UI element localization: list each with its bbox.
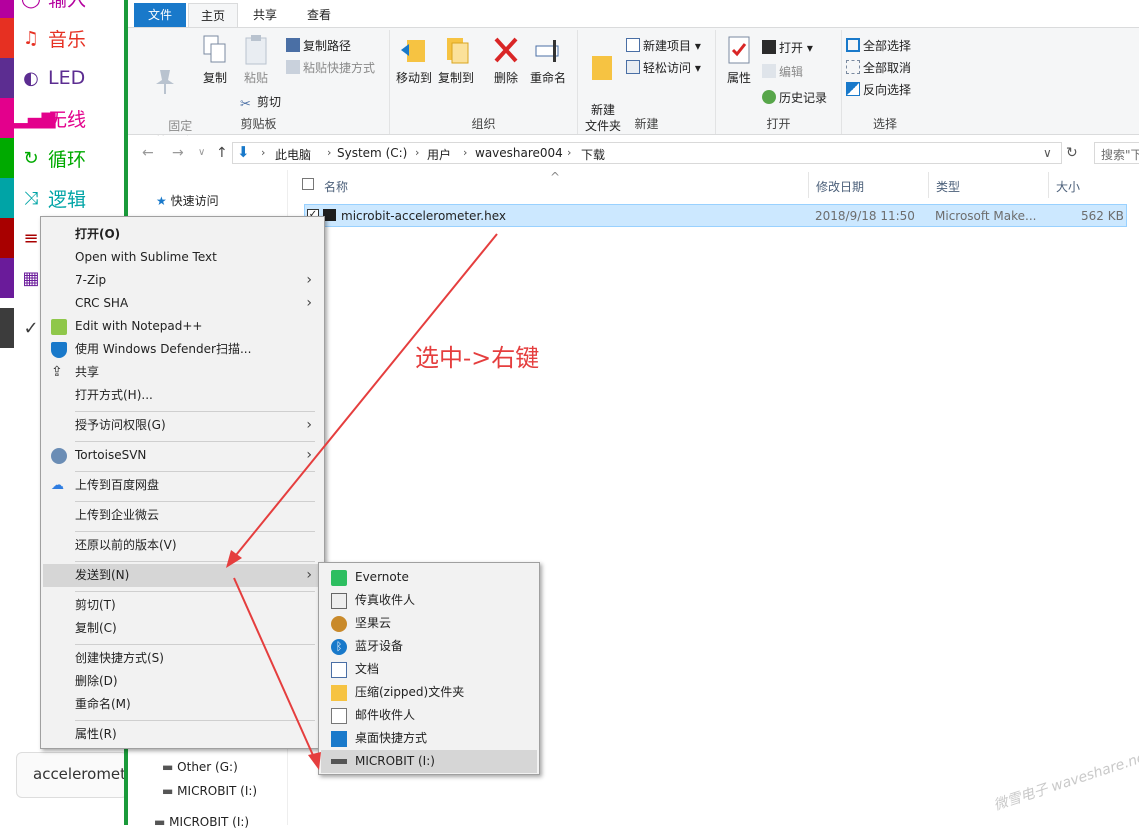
arrow-to-microbit [233, 577, 317, 763]
arrowhead [308, 752, 321, 770]
arrow-to-send-to [231, 233, 498, 561]
arrowhead [226, 550, 242, 568]
annotation-text: 选中->右键 [415, 344, 540, 372]
annotation-arrows [226, 233, 498, 770]
